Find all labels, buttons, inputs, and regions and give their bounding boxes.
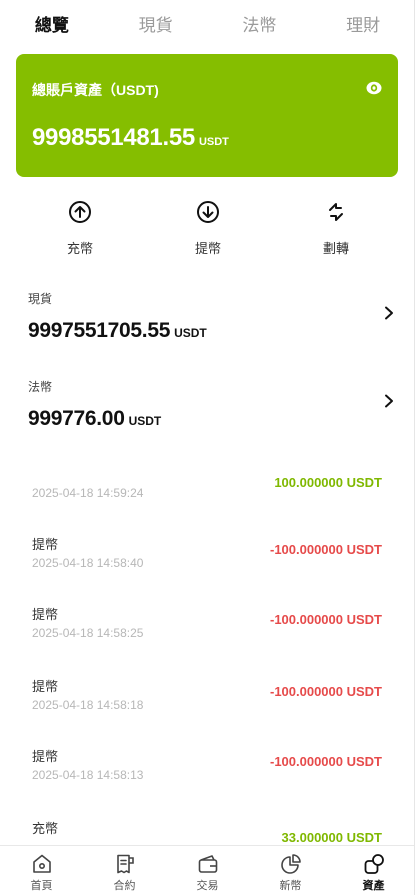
record-type: 提幣	[32, 607, 59, 622]
arrow-up-circle-icon	[69, 201, 91, 223]
nav-home[interactable]: 首頁	[0, 846, 83, 895]
record-time: 2025-04-18 14:58:13	[32, 768, 144, 782]
spot-value: 9997551705.55	[28, 319, 171, 342]
spot-amount: 9997551705.55 USDT	[28, 319, 398, 343]
withdraw-button[interactable]: 提幣	[144, 196, 272, 266]
fiat-account-row[interactable]: 法幣 999776.00 USDT	[28, 378, 398, 431]
chevron-right-icon	[385, 306, 393, 320]
record-type: 提幣	[32, 537, 59, 552]
asset-tabs: 總覽 現貨 法幣 理財	[0, 0, 415, 52]
tab-overview[interactable]: 總覽	[0, 0, 104, 52]
nav-home-label: 首頁	[30, 880, 53, 892]
deposit-button[interactable]: 充幣	[16, 196, 144, 266]
transfer-label: 劃轉	[322, 241, 349, 256]
total-assets-value: 9998551481.55	[32, 124, 195, 151]
record-type: 提幣	[32, 679, 59, 694]
arrow-down-circle-icon	[197, 201, 219, 223]
total-assets-amount: 9998551481.55 USDT	[32, 124, 229, 152]
record-amount: -100.000000 USDT	[269, 754, 382, 769]
nav-trade-label: 交易	[196, 880, 219, 892]
total-assets-unit: USDT	[198, 136, 229, 148]
bottom-nav: 首頁 合約 交易 新幣 資產	[0, 845, 415, 895]
record-amount: -100.000000 USDT	[269, 542, 382, 557]
record-amount: -100.000000 USDT	[269, 612, 382, 627]
total-assets-title: 總賬戶資產（USDT)	[32, 82, 159, 98]
deposit-label: 充幣	[66, 241, 93, 256]
nav-trade[interactable]: 交易	[166, 846, 249, 895]
asset-actions: 充幣 提幣 劃轉	[0, 196, 415, 266]
eye-icon[interactable]	[366, 81, 382, 95]
record-type: 提幣	[32, 749, 59, 764]
nav-new-coin[interactable]: 新幣	[249, 846, 332, 895]
record-amount: 33.000000 USDT	[281, 830, 382, 845]
fiat-amount: 999776.00 USDT	[28, 407, 398, 431]
record-amount: 100.000000 USDT	[274, 475, 382, 490]
record-type: 充幣	[32, 821, 59, 836]
contract-icon	[116, 854, 134, 874]
list-item[interactable]: 提幣 2025-04-18 14:58:18 -100.000000 USDT	[0, 676, 415, 736]
nav-contract-label: 合約	[113, 880, 136, 892]
transfer-button[interactable]: 劃轉	[272, 196, 400, 266]
tab-finance[interactable]: 理財	[311, 0, 415, 52]
nav-contract[interactable]: 合約	[83, 846, 166, 895]
nav-assets[interactable]: 資產	[332, 846, 415, 895]
record-time: 2025-04-18 14:58:25	[32, 626, 144, 640]
record-time: 2025-04-18 14:58:40	[32, 556, 144, 570]
list-item[interactable]: 提幣 2025-04-18 14:58:13 -100.000000 USDT	[0, 746, 415, 806]
list-item[interactable]: 提幣 2025-04-18 14:58:40 -100.000000 USDT	[0, 534, 415, 594]
list-item[interactable]: 2025-04-18 14:59:24 100.000000 USDT	[0, 470, 415, 530]
withdraw-label: 提幣	[194, 241, 221, 256]
spot-account-row[interactable]: 現貨 9997551705.55 USDT	[28, 290, 398, 343]
tab-spot[interactable]: 現貨	[104, 0, 208, 52]
record-amount: -100.000000 USDT	[269, 684, 382, 699]
tab-fiat[interactable]: 法幣	[208, 0, 312, 52]
fiat-unit: USDT	[128, 414, 162, 428]
wallet-icon	[198, 855, 217, 873]
chevron-right-icon	[385, 394, 393, 408]
list-item[interactable]: 提幣 2025-04-18 14:58:25 -100.000000 USDT	[0, 604, 415, 664]
fiat-value: 999776.00	[28, 407, 125, 430]
transfer-arrows-icon	[329, 203, 343, 221]
pie-chart-icon	[280, 854, 301, 874]
nav-new-coin-label: 新幣	[279, 880, 302, 892]
spot-title: 現貨	[28, 292, 53, 306]
total-assets-card: 總賬戶資產（USDT) 9998551481.55 USDT	[16, 54, 398, 177]
record-time: 2025-04-18 14:59:24	[32, 486, 144, 500]
spot-unit: USDT	[174, 326, 207, 340]
nav-assets-label: 資產	[362, 880, 385, 892]
home-icon	[32, 854, 51, 873]
assets-icon	[364, 854, 384, 874]
record-time: 2025-04-18 14:58:18	[32, 698, 144, 712]
fiat-title: 法幣	[28, 380, 53, 394]
